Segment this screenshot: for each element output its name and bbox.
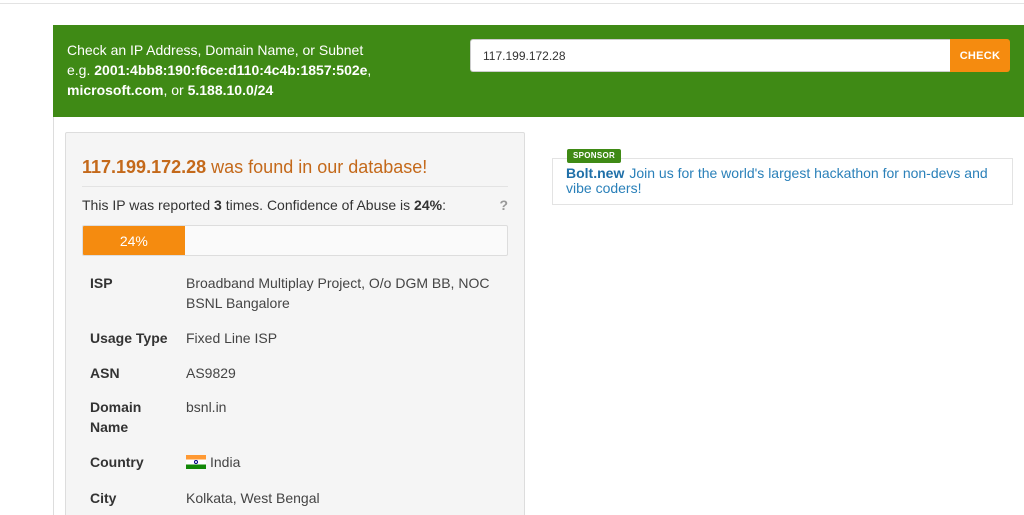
report-prefix: This IP was reported [82, 197, 211, 213]
result-ip: 117.199.172.28 [82, 157, 207, 177]
india-flag-icon [186, 455, 206, 469]
details-value: Kolkata, West Bengal [186, 490, 320, 506]
search-form: CHECK [470, 39, 1010, 72]
example-domain: microsoft.com [67, 82, 164, 98]
check-button[interactable]: CHECK [950, 39, 1010, 72]
example-ipv6: 2001:4bb8:190:f6ce:d110:4c4b:1857:502e [94, 62, 368, 78]
result-card: 117.199.172.28 was found in our database… [65, 132, 525, 515]
search-header: Check an IP Address, Domain Name, or Sub… [53, 25, 1024, 117]
confidence-progress-fill: 24% [83, 226, 185, 255]
confidence-progress-bar: 24% [82, 225, 508, 256]
result-title: 117.199.172.28 was found in our database… [82, 157, 427, 178]
sponsor-link[interactable]: Bolt.new Join us for the world's largest … [566, 166, 1006, 196]
details-value: AS9829 [186, 365, 236, 381]
details-key: ASN [90, 365, 120, 381]
example-subnet: 5.188.10.0/24 [187, 82, 274, 98]
details-value: Broadband Multiplay Project, O/o DGM BB,… [186, 275, 490, 311]
search-instructions: Check an IP Address, Domain Name, or Sub… [67, 40, 397, 100]
example-or: , or [163, 82, 184, 98]
details-value: India [186, 452, 501, 472]
details-key: ISP [90, 275, 113, 291]
details-key: Country [90, 454, 144, 470]
report-mid: times. Confidence of Abuse is [225, 197, 411, 213]
report-count: 3 [214, 197, 222, 213]
title-divider [82, 186, 508, 187]
details-value: bsnl.in [186, 399, 227, 415]
top-divider [0, 3, 1024, 4]
sponsor-brand[interactable]: Bolt.new [566, 165, 624, 181]
example-separator: , [367, 62, 372, 78]
details-key: City [90, 490, 117, 506]
eg-prefix: e.g. [67, 62, 91, 78]
result-found-text: was found in our database! [211, 157, 428, 177]
details-key: Usage Type [90, 330, 168, 346]
confidence-value: 24% [414, 197, 443, 213]
report-summary: This IP was reported 3 times. Confidence… [82, 197, 508, 213]
ip-search-input[interactable] [470, 39, 950, 72]
sponsor-badge: SPONSOR [567, 149, 622, 163]
details-key: Domain Name [90, 399, 142, 435]
content-left-border [53, 116, 54, 515]
report-suffix: : [442, 197, 446, 213]
instructions-line: Check an IP Address, Domain Name, or Sub… [67, 42, 364, 58]
details-value: Fixed Line ISP [186, 330, 278, 346]
country-name: India [210, 454, 241, 470]
sponsor-message[interactable]: Join us for the world's largest hackatho… [566, 165, 988, 196]
confidence-help-icon[interactable]: ? [499, 197, 508, 213]
